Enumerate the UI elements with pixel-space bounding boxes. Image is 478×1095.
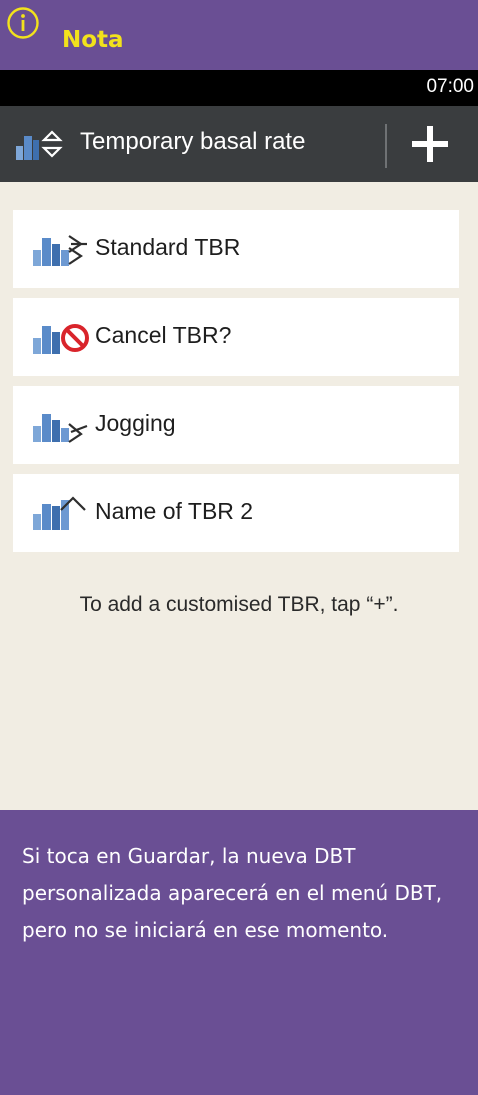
list-item-standard-tbr[interactable]: Standard TBR (13, 210, 459, 288)
list-item-name-of-tbr-2[interactable]: Name of TBR 2 (13, 474, 459, 552)
note-body: Si toca en Guardar, la nueva DBT persona… (22, 844, 443, 942)
status-bar: 07:00 (0, 70, 478, 106)
add-tbr-hint: To add a customised TBR, tap “+”. (79, 593, 399, 616)
screen-title: Temporary basal rate (80, 128, 306, 155)
temporary-basal-rate-icon (16, 130, 63, 160)
decrease-tbr-icon (33, 414, 88, 443)
list-item-label: Standard TBR (95, 234, 241, 260)
tbr-list: Standard TBR Cancel TBR? Jogging Name of… (13, 210, 459, 562)
cancel-tbr-icon (33, 324, 89, 354)
device-screen: 07:00 Temporary basal rate Standard TBR … (0, 70, 478, 810)
list-item-cancel-tbr[interactable]: Cancel TBR? (13, 298, 459, 376)
list-item-jogging[interactable]: Jogging (13, 386, 459, 464)
status-time: 07:00 (426, 76, 474, 97)
title-bar: Temporary basal rate (0, 106, 478, 182)
list-item-label: Name of TBR 2 (95, 498, 254, 524)
list-item-label: Jogging (95, 410, 176, 436)
list-item-label: Cancel TBR? (95, 322, 232, 348)
note-title: Nota (62, 27, 124, 53)
title-divider (385, 124, 387, 168)
note-header: Nota (0, 0, 478, 70)
standard-tbr-icon (33, 235, 87, 266)
info-icon (7, 7, 39, 39)
increase-tbr-icon (33, 496, 86, 530)
plus-icon (412, 126, 448, 162)
add-tbr-button[interactable] (404, 118, 456, 170)
